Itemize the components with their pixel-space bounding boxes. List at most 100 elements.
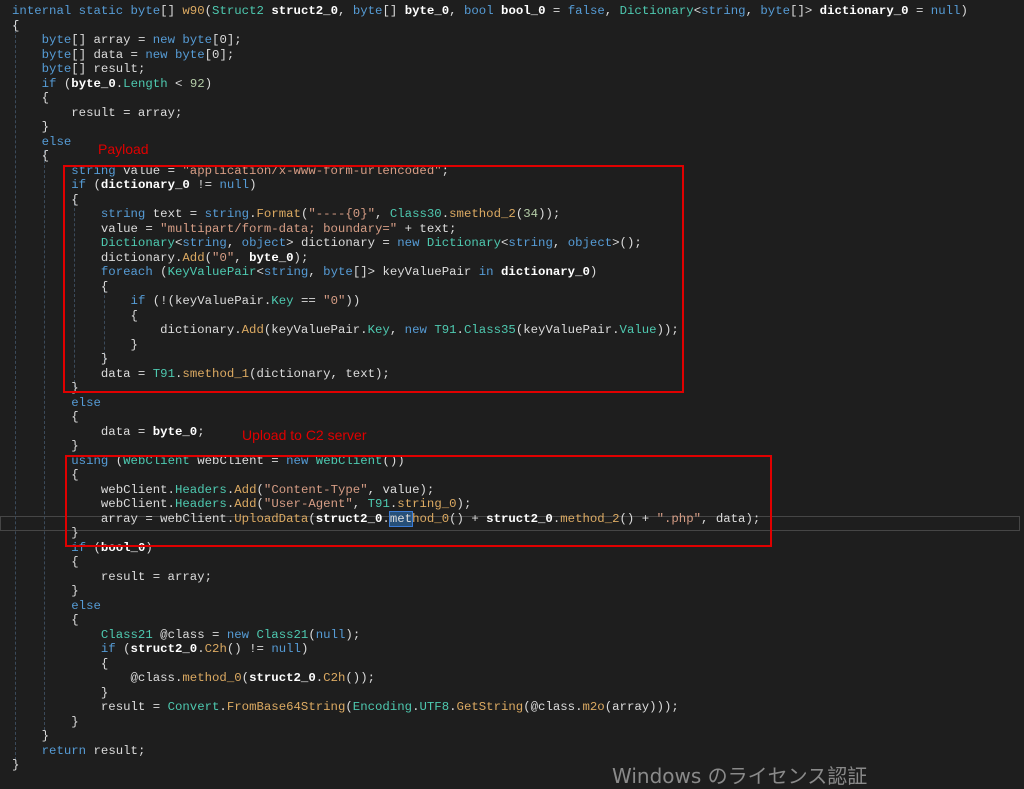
code-token: bool: [463, 4, 494, 18]
payload-annotation: Payload: [98, 141, 149, 157]
code-token: null: [271, 642, 301, 656]
code-token: .: [197, 642, 205, 656]
code-line[interactable]: {: [12, 657, 968, 672]
code-token: string: [701, 4, 746, 18]
code-token: [0];: [204, 47, 235, 62]
code-token: }: [12, 584, 79, 598]
code-token: Class21: [100, 627, 153, 642]
code-token: ): [300, 642, 309, 656]
code-token: <: [167, 76, 190, 91]
code-token: {: [12, 555, 79, 569]
code-line[interactable]: byte[] array = new byte[0];: [12, 33, 968, 48]
code-token: () !=: [226, 642, 272, 656]
code-token: null: [930, 4, 961, 18]
code-token: (: [308, 627, 316, 642]
code-token: byte_0: [404, 4, 450, 18]
code-line[interactable]: {: [12, 19, 968, 34]
code-line[interactable]: }: [12, 686, 968, 701]
code-token: (@class.: [523, 700, 583, 714]
code-token: =: [545, 4, 568, 18]
code-token: GetString: [456, 700, 524, 714]
code-token: null: [315, 627, 346, 642]
code-line[interactable]: if (struct2_0.C2h() != null): [12, 642, 968, 657]
code-token: byte: [352, 4, 383, 18]
code-token: ,: [604, 4, 620, 18]
code-token: FromBase64String: [226, 700, 346, 714]
code-line[interactable]: {: [12, 410, 968, 425]
windows-activation-watermark: Windows のライセンス認証: [612, 764, 868, 788]
code-line[interactable]: {: [12, 613, 968, 628]
code-line[interactable]: }: [12, 584, 968, 599]
code-token: ,: [449, 4, 464, 18]
code-token: );: [345, 627, 361, 642]
code-line[interactable]: return result;: [12, 744, 968, 759]
code-token: false: [567, 4, 605, 18]
code-token: if: [100, 642, 116, 656]
code-line[interactable]: else: [12, 135, 968, 150]
code-token: 92: [189, 76, 205, 91]
code-line[interactable]: else: [12, 599, 968, 614]
upload-annotation: Upload to C2 server: [242, 427, 367, 443]
code-line[interactable]: }: [12, 729, 968, 744]
code-line[interactable]: byte[] result;: [12, 62, 968, 77]
code-token: byte_0: [152, 424, 198, 439]
code-token: {: [12, 18, 20, 33]
code-line[interactable]: data = byte_0;: [12, 425, 968, 440]
code-token: C2h: [204, 642, 227, 656]
code-line[interactable]: Class21 @class = new Class21(null);: [12, 628, 968, 643]
code-line[interactable]: if (byte_0.Length < 92): [12, 77, 968, 92]
code-token: data =: [12, 424, 153, 439]
code-token: m2o: [582, 700, 605, 714]
code-line[interactable]: {: [12, 149, 968, 164]
code-token: {: [12, 149, 50, 163]
code-token: result;: [86, 743, 146, 758]
code-line[interactable]: result = array;: [12, 570, 968, 585]
code-token: byte_0: [71, 76, 116, 91]
code-token: ;: [197, 424, 205, 439]
code-token: {: [12, 91, 50, 105]
code-line[interactable]: internal static byte[] w90(Struct2 struc…: [12, 4, 968, 19]
code-token: ,: [338, 4, 353, 18]
code-token: result = array;: [12, 105, 183, 120]
payload-highlight-box: [63, 165, 684, 393]
code-line[interactable]: }: [12, 439, 968, 454]
code-token: Struct2: [212, 4, 264, 18]
code-line[interactable]: }: [12, 120, 968, 135]
code-token: []: [382, 4, 405, 18]
code-line[interactable]: {: [12, 555, 968, 570]
code-line[interactable]: result = Convert.FromBase64String(Encodi…: [12, 700, 968, 715]
code-token: struct2_0: [271, 4, 338, 18]
code-line[interactable]: result = array;: [12, 106, 968, 121]
code-line[interactable]: }: [12, 715, 968, 730]
code-line[interactable]: {: [12, 91, 968, 106]
code-token: []: [160, 4, 183, 18]
code-line[interactable]: @class.method_0(struct2_0.C2h());: [12, 671, 968, 686]
code-token: {: [12, 656, 109, 671]
code-token: }: [12, 439, 79, 453]
code-token: (: [204, 4, 213, 18]
code-line[interactable]: byte[] data = new byte[0];: [12, 48, 968, 63]
code-token: .: [449, 700, 457, 714]
code-token: [] data =: [71, 47, 146, 62]
code-token: ): [204, 76, 213, 91]
code-token: Encoding: [352, 700, 413, 714]
code-token: ,: [745, 4, 761, 18]
code-token: [] result;: [71, 62, 146, 76]
code-token: @class.: [12, 671, 183, 685]
code-token: }: [12, 714, 79, 729]
code-token: new byte: [145, 47, 205, 62]
upload-highlight-box: [65, 455, 772, 547]
code-token: C2h: [323, 671, 346, 685]
code-token: Class21: [256, 627, 309, 642]
code-line[interactable]: else: [12, 396, 968, 411]
code-token: else: [71, 598, 101, 613]
code-token: else: [41, 134, 72, 149]
